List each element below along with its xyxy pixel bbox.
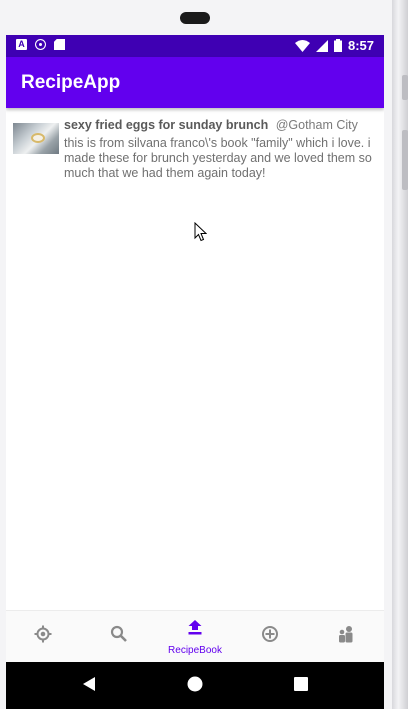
sd-card-icon [54, 39, 65, 50]
recipe-title-line: sexy fried eggs for sunday brunch @Gotha… [64, 118, 358, 132]
power-button [402, 75, 408, 100]
status-time: 8:57 [347, 38, 374, 53]
nav-item-recipebook[interactable]: RecipeBook [165, 611, 225, 663]
mouse-cursor-icon [194, 222, 207, 242]
signal-icon [315, 39, 328, 52]
status-bar: A 8:57 [6, 35, 384, 57]
target-icon [34, 625, 52, 643]
volume-button [402, 130, 408, 190]
system-navigation-bar [6, 662, 384, 709]
record-icon [35, 39, 46, 50]
nav-item-people[interactable] [316, 611, 376, 663]
a-icon: A [16, 39, 27, 50]
nav-item-target[interactable] [13, 611, 73, 663]
back-icon[interactable] [82, 676, 96, 692]
battery-icon [333, 39, 342, 52]
home-icon[interactable] [187, 676, 203, 692]
recipe-description: this is from silvana franco\'s book "fam… [64, 136, 372, 180]
speaker-grille [180, 12, 210, 24]
screen: A 8:57 RecipeApp sexy fried eggs for sun… [6, 35, 384, 709]
recipe-thumbnail [13, 123, 59, 154]
nav-item-add[interactable] [240, 611, 300, 663]
app-bar: RecipeApp [6, 57, 384, 108]
wifi-icon [294, 39, 310, 52]
app-title: RecipeApp [21, 72, 121, 93]
nav-item-search[interactable] [89, 611, 149, 663]
upload-icon [188, 620, 202, 635]
recipe-title: sexy fried eggs for sunday brunch [64, 118, 269, 132]
add-circle-icon [262, 626, 278, 642]
nav-label-recipebook: RecipeBook [168, 645, 222, 656]
recents-icon[interactable] [294, 677, 308, 691]
bottom-navigation: RecipeBook [6, 610, 384, 663]
recipe-list: sexy fried eggs for sunday brunch @Gotha… [6, 115, 384, 195]
device-side-edge [392, 0, 408, 709]
list-item[interactable]: sexy fried eggs for sunday brunch @Gotha… [6, 115, 384, 195]
search-icon [110, 625, 127, 642]
people-icon [339, 626, 353, 643]
recipe-location: @Gotham City [275, 118, 358, 132]
device-frame: A 8:57 RecipeApp sexy fried eggs for sun… [0, 0, 394, 709]
